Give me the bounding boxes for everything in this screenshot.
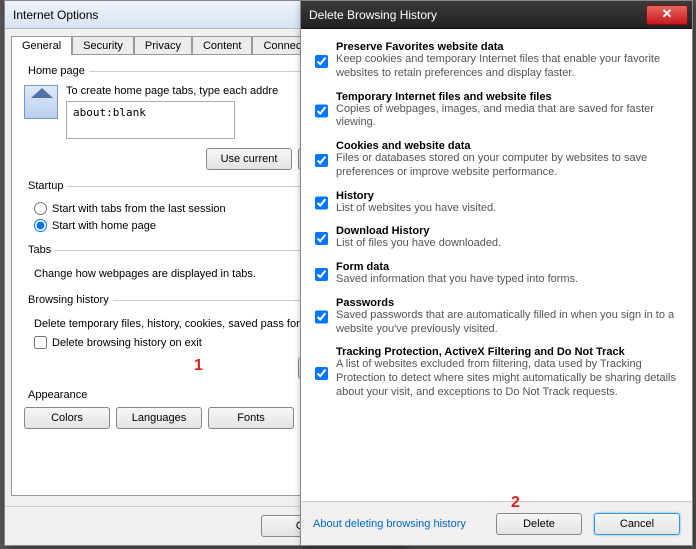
history-option-desc: Saved information that you have typed in… xyxy=(336,273,678,287)
history-option-check-3[interactable] xyxy=(315,191,328,216)
history-option-desc: Saved passwords that are automatically f… xyxy=(336,309,678,337)
browsing-history-legend: Browsing history xyxy=(24,294,113,306)
history-option-4: Download HistoryList of files you have d… xyxy=(315,225,678,251)
tab-security[interactable]: Security xyxy=(72,36,134,55)
history-option-3: HistoryList of websites you have visited… xyxy=(315,190,678,216)
history-option-desc: Files or databases stored on your comput… xyxy=(336,152,678,180)
about-deleting-link[interactable]: About deleting browsing history xyxy=(313,518,466,530)
delete-history-titlebar: Delete Browsing History ✕ xyxy=(301,1,692,29)
history-option-check-0[interactable] xyxy=(315,42,328,81)
close-icon[interactable]: ✕ xyxy=(646,5,688,25)
history-option-label: Temporary Internet files and website fil… xyxy=(336,91,552,103)
tab-privacy[interactable]: Privacy xyxy=(134,36,192,55)
home-icon xyxy=(24,85,58,119)
delete-history-footer: About deleting browsing history 2 Delete… xyxy=(301,501,692,545)
history-option-0: Preserve Favorites website dataKeep cook… xyxy=(315,41,678,81)
history-option-label: Cookies and website data xyxy=(336,140,470,152)
homepage-input[interactable] xyxy=(66,101,235,139)
delete-history-title: Delete Browsing History xyxy=(309,8,437,22)
history-option-check-5[interactable] xyxy=(315,262,328,287)
homepage-legend: Home page xyxy=(24,65,89,77)
history-option-check-7[interactable] xyxy=(315,347,328,399)
history-option-2: Cookies and website dataFiles or databas… xyxy=(315,140,678,180)
tab-general[interactable]: General xyxy=(11,36,72,55)
history-option-desc: A list of websites excluded from filteri… xyxy=(336,358,678,399)
annotation-2: 2 xyxy=(511,494,520,512)
history-option-desc: List of files you have downloaded. xyxy=(336,237,678,251)
history-option-label: History xyxy=(336,190,374,202)
history-option-label: Tracking Protection, ActiveX Filtering a… xyxy=(336,346,625,358)
dialog-cancel-button[interactable]: Cancel xyxy=(594,513,680,535)
history-option-desc: Copies of webpages, images, and media th… xyxy=(336,103,678,131)
use-current-button[interactable]: Use current xyxy=(206,148,292,170)
dialog-delete-button[interactable]: Delete xyxy=(496,513,582,535)
history-option-check-6[interactable] xyxy=(315,298,328,337)
colors-button[interactable]: Colors xyxy=(24,407,110,429)
history-option-6: PasswordsSaved passwords that are automa… xyxy=(315,297,678,337)
appearance-legend: Appearance xyxy=(24,389,91,401)
history-option-check-1[interactable] xyxy=(315,92,328,131)
startup-legend: Startup xyxy=(24,180,67,192)
history-option-label: Preserve Favorites website data xyxy=(336,41,504,53)
history-option-label: Download History xyxy=(336,225,430,237)
history-option-desc: List of websites you have visited. xyxy=(336,202,678,216)
fonts-button[interactable]: Fonts xyxy=(208,407,294,429)
history-option-7: Tracking Protection, ActiveX Filtering a… xyxy=(315,346,678,399)
delete-history-dialog: Delete Browsing History ✕ Preserve Favor… xyxy=(300,0,693,546)
annotation-1: 1 xyxy=(194,357,203,375)
languages-button[interactable]: Languages xyxy=(116,407,202,429)
history-option-check-4[interactable] xyxy=(315,226,328,251)
tabs-legend: Tabs xyxy=(24,244,55,256)
history-option-1: Temporary Internet files and website fil… xyxy=(315,91,678,131)
history-option-label: Passwords xyxy=(336,297,394,309)
history-option-desc: Keep cookies and temporary Internet file… xyxy=(336,53,678,81)
delete-history-body: Preserve Favorites website dataKeep cook… xyxy=(301,29,692,501)
internet-options-title: Internet Options xyxy=(13,8,98,22)
history-option-check-2[interactable] xyxy=(315,141,328,180)
history-option-label: Form data xyxy=(336,261,389,273)
history-option-5: Form dataSaved information that you have… xyxy=(315,261,678,287)
tab-content[interactable]: Content xyxy=(192,36,253,55)
